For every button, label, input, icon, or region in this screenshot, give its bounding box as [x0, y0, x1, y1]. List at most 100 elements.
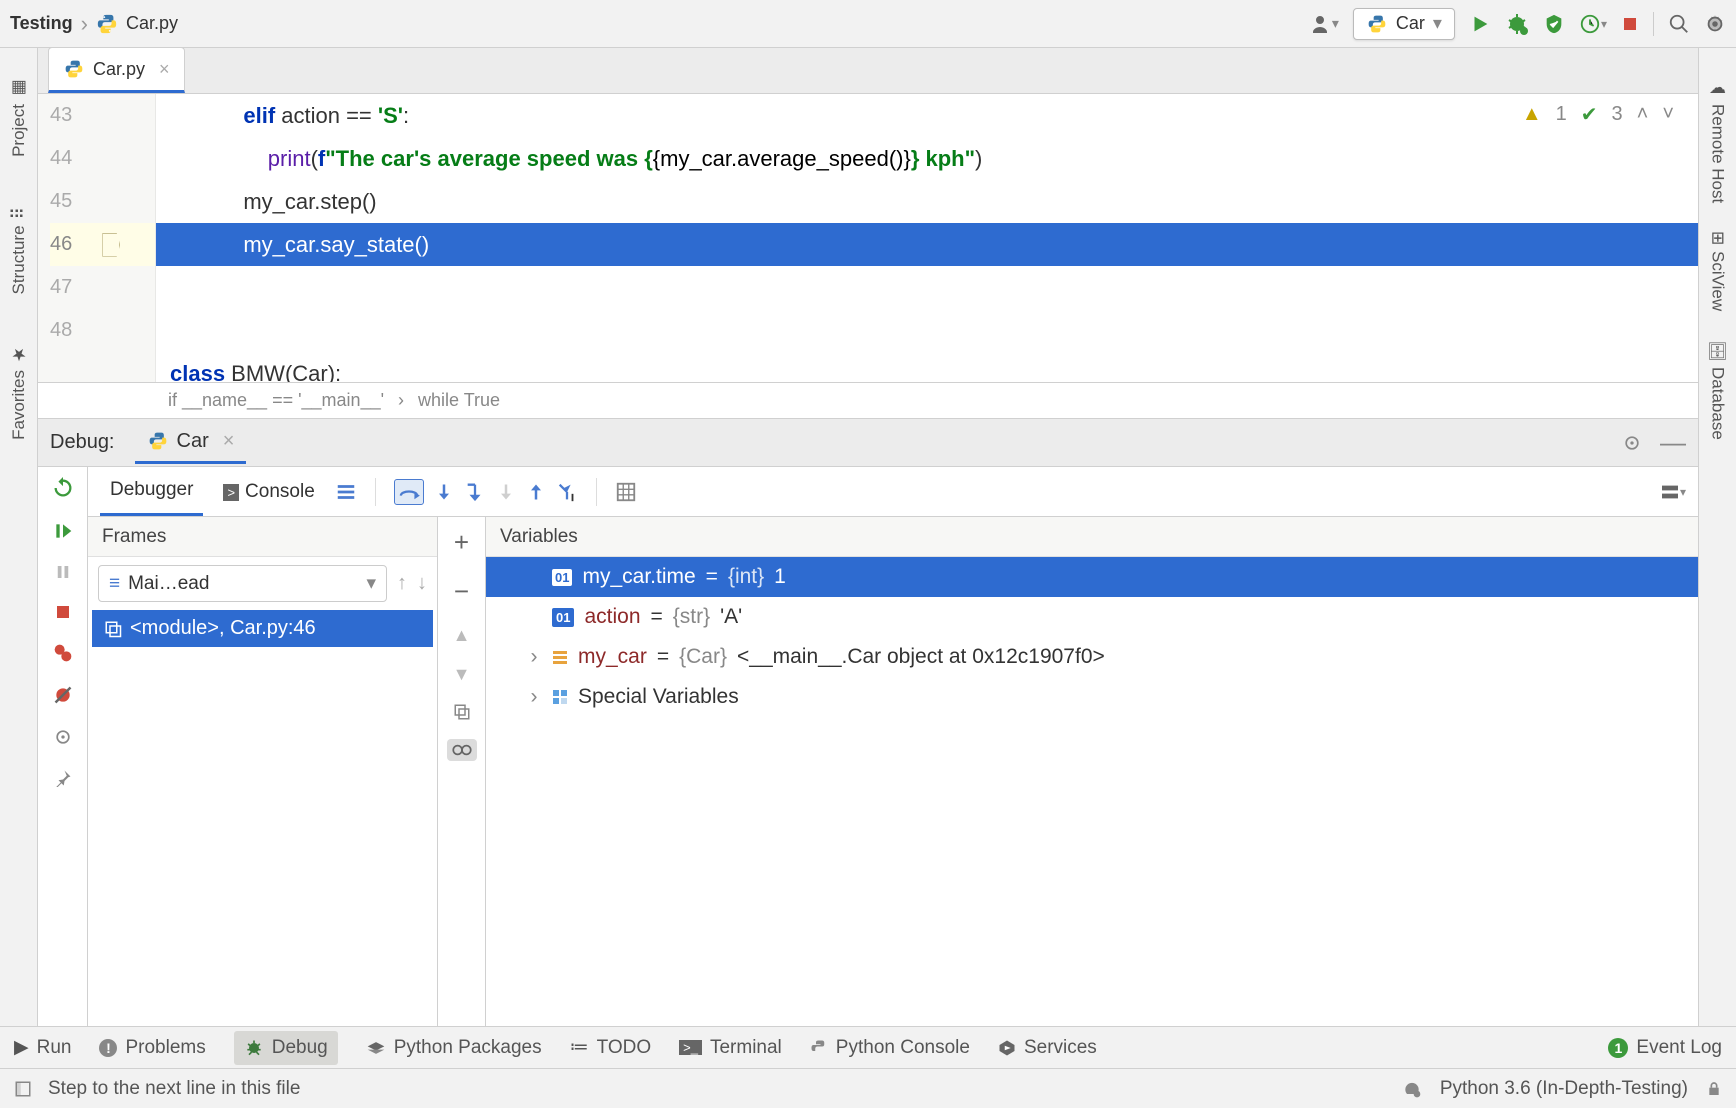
debug-button[interactable]: [1505, 12, 1529, 36]
gear-icon[interactable]: [1704, 13, 1726, 35]
expand-icon[interactable]: ›: [526, 685, 542, 709]
structure-icon: ⠿: [9, 207, 29, 219]
debug-tool-button[interactable]: Debug: [234, 1031, 338, 1065]
editor-tab-car[interactable]: Car.py ×: [48, 47, 185, 93]
project-tool-button[interactable]: Project ▦: [9, 78, 29, 157]
duplicate-watch-button[interactable]: [453, 703, 471, 721]
step-out-button[interactable]: [526, 481, 546, 503]
variable-row[interactable]: 01 action = {str} 'A': [486, 597, 1698, 637]
breadcrumb[interactable]: Testing › Car.py: [10, 11, 178, 37]
python-file-icon: [1366, 13, 1388, 35]
run-tool-button[interactable]: ▶Run: [14, 1036, 71, 1059]
expand-icon[interactable]: ›: [526, 645, 542, 669]
threads-icon[interactable]: [335, 481, 357, 503]
user-icon[interactable]: ▾: [1308, 12, 1339, 36]
database-tool-button[interactable]: 🗄Database: [1708, 340, 1728, 440]
lock-icon[interactable]: [1706, 1080, 1722, 1098]
layout-settings-icon[interactable]: ▾: [1660, 484, 1686, 500]
remote-icon: ☁: [1708, 78, 1728, 98]
code-editor[interactable]: 43 44 45 46 47 48 elif action == 'S': pr…: [38, 94, 1698, 383]
dropdown-arrow-icon: ▾: [1433, 13, 1442, 34]
profile-button[interactable]: ▾: [1579, 13, 1607, 35]
close-tab-icon[interactable]: ×: [159, 59, 170, 80]
run-button[interactable]: [1469, 13, 1491, 35]
settings-button[interactable]: [53, 727, 73, 747]
structure-tool-button[interactable]: Structure ⠿: [9, 207, 29, 294]
step-over-button[interactable]: [394, 479, 424, 505]
variable-row[interactable]: › my_car = {Car} <__main__.Car object at…: [486, 637, 1698, 677]
todo-tool-button[interactable]: ≔TODO: [570, 1036, 652, 1059]
breadcrumb-root[interactable]: Testing: [10, 13, 73, 34]
console-tab[interactable]: >Console: [213, 469, 324, 515]
execution-point-icon: [102, 233, 120, 257]
line-number[interactable]: 47: [50, 266, 155, 309]
expand-down-icon[interactable]: ˅: [1662, 103, 1674, 126]
coverage-button[interactable]: [1543, 13, 1565, 35]
python-console-tool-button[interactable]: Python Console: [810, 1037, 970, 1059]
force-step-into-button[interactable]: [496, 481, 516, 503]
navigation-bar: Testing › Car.py ▾ Car ▾ ▾: [0, 0, 1736, 48]
step-into-my-code-button[interactable]: [464, 481, 486, 503]
next-frame-button[interactable]: ↓: [417, 572, 427, 595]
line-number[interactable]: 44: [50, 137, 155, 180]
debugger-tab[interactable]: Debugger: [100, 467, 203, 516]
move-up-button[interactable]: ▲: [453, 625, 471, 646]
collapse-up-icon[interactable]: ˄: [1637, 103, 1649, 126]
line-number-current[interactable]: 46: [50, 223, 155, 266]
stop-button[interactable]: [54, 603, 72, 621]
rerun-button[interactable]: [52, 477, 74, 499]
line-number[interactable]: 45: [50, 180, 155, 223]
variable-row[interactable]: 01 my_car.time = {int} 1: [486, 557, 1698, 597]
variables-pane: Variables 01 my_car.time = {int} 1 01 ac…: [486, 517, 1698, 1026]
warning-icon[interactable]: ▲: [1522, 103, 1542, 126]
run-to-cursor-button[interactable]: [556, 481, 578, 503]
remote-host-tool-button[interactable]: ☁Remote Host: [1708, 78, 1728, 203]
step-into-button[interactable]: [434, 481, 454, 503]
tool-windows-icon[interactable]: [14, 1080, 32, 1098]
view-breakpoints-button[interactable]: [53, 643, 73, 663]
frame-icon: [104, 620, 122, 638]
line-number[interactable]: 48: [50, 309, 155, 352]
context-scope[interactable]: while True: [418, 390, 500, 411]
terminal-tool-button[interactable]: >_Terminal: [679, 1037, 782, 1059]
favorites-tool-button[interactable]: Favorites ★: [9, 344, 29, 440]
stop-button[interactable]: [1621, 15, 1639, 33]
interpreter-label[interactable]: Python 3.6 (In-Depth-Testing): [1440, 1078, 1688, 1100]
resume-button[interactable]: [53, 521, 73, 541]
thread-selector[interactable]: ≡ Mai…ead ▾: [98, 565, 387, 602]
pause-button[interactable]: [54, 563, 72, 581]
mute-breakpoints-button[interactable]: [53, 685, 73, 705]
run-config-label: Car: [1396, 13, 1425, 34]
prev-frame-button[interactable]: ↑: [397, 572, 407, 595]
gutter[interactable]: 43 44 45 46 47 48: [38, 94, 156, 382]
remove-watch-button[interactable]: −: [454, 576, 469, 607]
new-watch-button[interactable]: +: [454, 527, 469, 558]
evaluate-expression-button[interactable]: [615, 481, 637, 503]
breadcrumb-file[interactable]: Car.py: [126, 13, 178, 34]
line-number[interactable]: 43: [50, 94, 155, 137]
run-config-selector[interactable]: Car ▾: [1353, 8, 1455, 40]
services-tool-button[interactable]: Services: [998, 1037, 1097, 1059]
code-area[interactable]: elif action == 'S': print(f"The car's av…: [156, 94, 1698, 382]
sciview-tool-button[interactable]: ⊞SciView: [1708, 231, 1728, 311]
breadcrumb-context[interactable]: if __name__ == '__main__' › while True: [38, 383, 1698, 419]
move-down-button[interactable]: ▼: [453, 664, 471, 685]
checkmark-icon[interactable]: ✔: [1581, 102, 1598, 127]
debug-session-tab[interactable]: Car ×: [135, 422, 247, 464]
frames-pane: Frames ≡ Mai…ead ▾ ↑ ↓ <mo: [88, 517, 438, 1026]
background-tasks-icon[interactable]: [1402, 1079, 1422, 1099]
packages-tool-button[interactable]: Python Packages: [366, 1037, 542, 1059]
show-watches-button[interactable]: [447, 739, 477, 761]
status-bar: Step to the next line in this file Pytho…: [0, 1068, 1736, 1108]
event-log-tool-button[interactable]: 1Event Log: [1608, 1037, 1722, 1059]
inspection-badges[interactable]: ▲1 ✔3 ˄ ˅: [1522, 102, 1674, 127]
close-icon[interactable]: ×: [223, 430, 235, 453]
search-icon[interactable]: [1668, 13, 1690, 35]
pin-button[interactable]: [54, 769, 72, 787]
context-scope[interactable]: if __name__ == '__main__': [168, 390, 384, 411]
minimize-icon[interactable]: —: [1660, 427, 1686, 458]
problems-tool-button[interactable]: !Problems: [99, 1037, 205, 1059]
stack-frame[interactable]: <module>, Car.py:46: [92, 610, 433, 647]
gear-icon[interactable]: [1622, 427, 1642, 458]
variable-row[interactable]: › Special Variables: [486, 677, 1698, 717]
